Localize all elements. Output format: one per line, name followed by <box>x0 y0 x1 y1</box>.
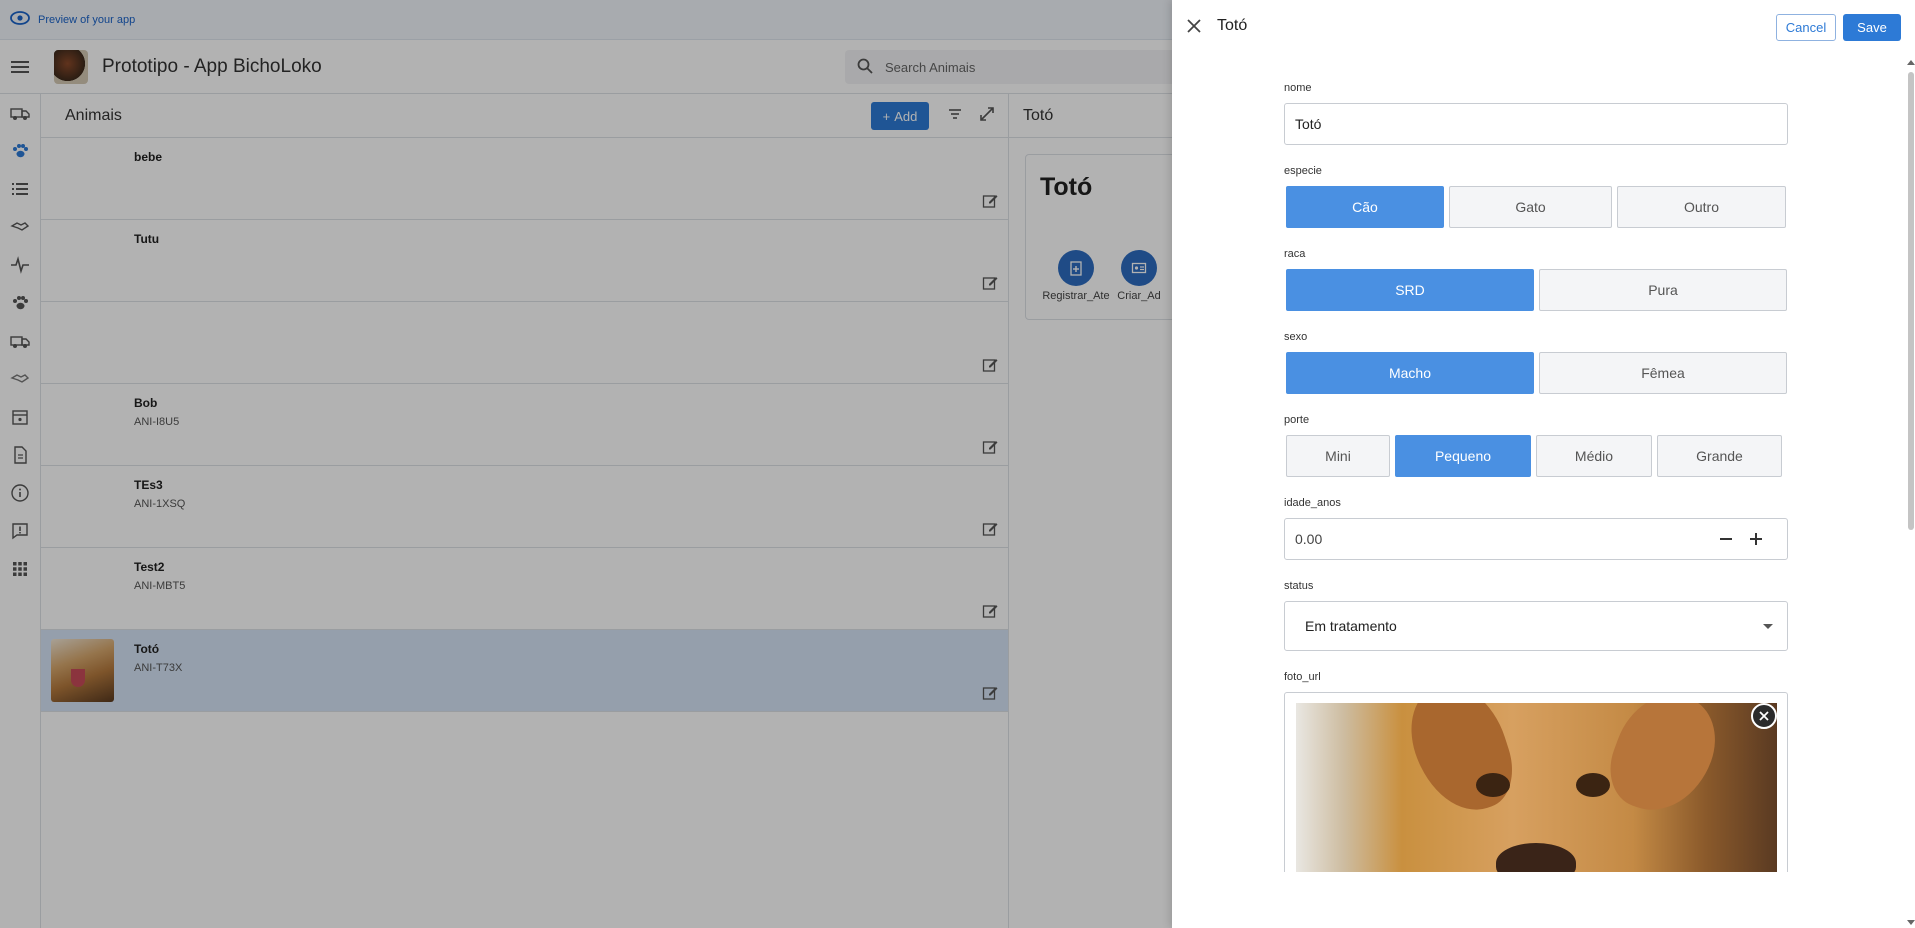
photo-detail <box>1576 773 1610 797</box>
field-foto-url: foto_url <box>1284 671 1790 872</box>
sexo-segmented-control: Macho Fêmea <box>1284 352 1790 394</box>
idade-anos-stepper[interactable]: 0.00 <box>1284 518 1788 560</box>
porte-option[interactable]: Grande <box>1657 435 1782 477</box>
idade-anos-value: 0.00 <box>1295 531 1323 547</box>
scroll-thumb[interactable] <box>1908 72 1914 530</box>
especie-segmented-control: Cão Gato Outro <box>1284 186 1790 228</box>
porte-option[interactable]: Médio <box>1536 435 1652 477</box>
photo-detail <box>1398 703 1524 824</box>
photo-detail <box>1476 773 1510 797</box>
minus-icon[interactable] <box>1717 530 1735 548</box>
drawer-header: Totó Cancel Save <box>1172 0 1915 52</box>
field-raca: raca SRD Pura <box>1284 248 1790 311</box>
modal-overlay[interactable] <box>0 0 1172 928</box>
edit-drawer: Totó Cancel Save nome Totó especie Cão G… <box>1172 0 1915 928</box>
animal-photo <box>1296 703 1777 872</box>
drawer-title: Totó <box>1217 17 1248 34</box>
field-especie: especie Cão Gato Outro <box>1284 165 1790 228</box>
save-button[interactable]: Save <box>1843 14 1901 41</box>
porte-option[interactable]: Mini <box>1286 435 1390 477</box>
field-label: foto_url <box>1284 671 1321 683</box>
field-nome: nome Totó <box>1284 82 1790 145</box>
field-label: nome <box>1284 82 1312 94</box>
scroll-down-arrow-icon[interactable] <box>1907 920 1915 925</box>
field-label: idade_anos <box>1284 497 1341 509</box>
sexo-option[interactable]: Fêmea <box>1539 352 1787 394</box>
especie-option[interactable]: Cão <box>1286 186 1444 228</box>
field-label: especie <box>1284 165 1322 177</box>
cancel-button[interactable]: Cancel <box>1776 14 1836 41</box>
photo-detail <box>1496 843 1576 872</box>
field-label: sexo <box>1284 331 1308 343</box>
remove-photo-icon[interactable] <box>1751 703 1777 729</box>
photo-upload[interactable] <box>1284 692 1788 872</box>
drawer-scrollbar[interactable] <box>1906 60 1915 928</box>
plus-icon[interactable] <box>1747 530 1765 548</box>
chevron-down-icon <box>1763 624 1773 629</box>
especie-option[interactable]: Gato <box>1449 186 1612 228</box>
field-label: status <box>1284 580 1314 592</box>
porte-option[interactable]: Pequeno <box>1395 435 1531 477</box>
edit-form: nome Totó especie Cão Gato Outro raca SR… <box>1284 82 1790 872</box>
field-label: porte <box>1284 414 1310 426</box>
porte-segmented-control: Mini Pequeno Médio Grande <box>1284 435 1790 477</box>
raca-option[interactable]: SRD <box>1286 269 1534 311</box>
field-label: raca <box>1284 248 1306 260</box>
field-status: status Em tratamento <box>1284 580 1790 651</box>
status-value: Em tratamento <box>1305 618 1397 634</box>
field-porte: porte Mini Pequeno Médio Grande <box>1284 414 1790 477</box>
close-icon[interactable] <box>1184 16 1204 36</box>
field-idade-anos: idade_anos 0.00 <box>1284 497 1790 560</box>
raca-option[interactable]: Pura <box>1539 269 1787 311</box>
nome-input[interactable]: Totó <box>1284 103 1788 145</box>
sexo-option[interactable]: Macho <box>1286 352 1534 394</box>
especie-option[interactable]: Outro <box>1617 186 1786 228</box>
status-select[interactable]: Em tratamento <box>1284 601 1788 651</box>
field-sexo: sexo Macho Fêmea <box>1284 331 1790 394</box>
raca-segmented-control: SRD Pura <box>1284 269 1790 311</box>
scroll-up-arrow-icon[interactable] <box>1907 60 1915 65</box>
photo-detail <box>1598 703 1729 826</box>
